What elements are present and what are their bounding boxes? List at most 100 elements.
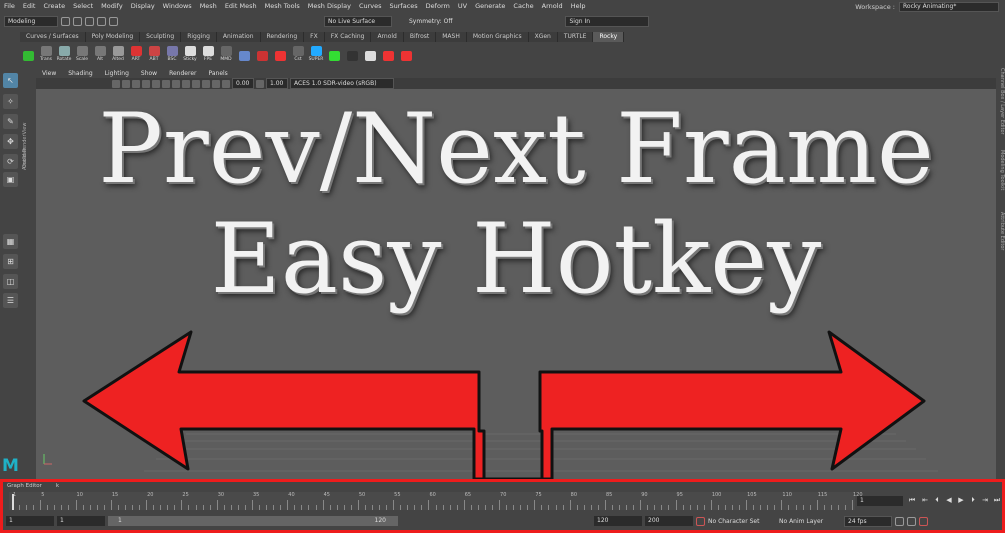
wireframe-icon[interactable] xyxy=(122,79,130,88)
current-time-indicator[interactable] xyxy=(12,494,14,510)
shelf-button-cst[interactable]: Cst xyxy=(290,44,306,62)
outliner-icon[interactable]: ☰ xyxy=(3,293,18,308)
character-set-select[interactable]: No Character Set xyxy=(708,518,770,525)
shelf-tab-rocky[interactable]: Rocky xyxy=(593,32,625,42)
shelf-button-sticky[interactable]: Sticky xyxy=(182,44,198,62)
shelf-button-alted[interactable]: Alted xyxy=(110,44,126,62)
new-scene-icon[interactable] xyxy=(61,16,70,26)
layout-single-icon[interactable]: ▦ xyxy=(3,234,18,249)
timeline-tab-0[interactable]: Graph Editor xyxy=(7,483,42,491)
menu-surfaces[interactable]: Surfaces xyxy=(386,0,422,12)
shelf-tab-poly-modeling[interactable]: Poly Modeling xyxy=(85,32,141,42)
shelf-tab-bifrost[interactable]: Bifrost xyxy=(403,32,437,42)
go-to-start-icon[interactable]: ⏮ xyxy=(908,496,916,505)
panel-menu-show[interactable]: Show xyxy=(135,70,163,77)
shelf-button-scale[interactable]: Scale xyxy=(74,44,90,62)
shelf-button-rotate[interactable]: Rotate xyxy=(56,44,72,62)
menu-file[interactable]: File xyxy=(0,0,19,12)
shelf-tab-turtle[interactable]: TURTLE xyxy=(557,32,594,42)
menu-uv[interactable]: UV xyxy=(454,0,471,12)
menu-edit-mesh[interactable]: Edit Mesh xyxy=(221,0,261,12)
shelf-tab-fx-caching[interactable]: FX Caching xyxy=(324,32,372,42)
step-back-key-icon[interactable]: ⇤ xyxy=(921,496,929,505)
shelf-tab-fx[interactable]: FX xyxy=(304,32,325,42)
menu-display[interactable]: Display xyxy=(127,0,159,12)
menu-modify[interactable]: Modify xyxy=(97,0,127,12)
redo-icon[interactable] xyxy=(109,16,118,26)
select-arrow-icon[interactable]: ↖ xyxy=(3,73,18,88)
panel-menu-panels[interactable]: Panels xyxy=(202,70,233,77)
menu-create[interactable]: Create xyxy=(39,0,69,12)
shelf-button-abt[interactable]: ABT xyxy=(146,44,162,62)
gamma-icon[interactable] xyxy=(256,79,264,88)
menu-edit[interactable]: Edit xyxy=(19,0,40,12)
shelf-button-fpe[interactable]: FPE xyxy=(200,44,216,62)
gamma-field[interactable]: 1.00 xyxy=(266,78,288,89)
colorspace-select[interactable]: ACES 1.0 SDR-video (sRGB) xyxy=(290,78,394,89)
sign-in-button[interactable]: Sign In xyxy=(565,15,650,27)
modeling-toolkit-label[interactable]: Modeling Toolkit xyxy=(995,150,1005,210)
shelf-button-alt[interactable]: Alt xyxy=(92,44,108,62)
panel-menu-lighting[interactable]: Lighting xyxy=(99,70,135,77)
auto-key-icon[interactable] xyxy=(696,516,705,526)
shelf-button-mmd[interactable]: MMD xyxy=(218,44,234,62)
shadows-icon[interactable] xyxy=(162,79,170,88)
menu-mesh-tools[interactable]: Mesh Tools xyxy=(261,0,304,12)
shelf-button-super[interactable]: SUPER xyxy=(308,44,324,62)
menu-generate[interactable]: Generate xyxy=(471,0,509,12)
layout-quad-icon[interactable]: ⊞ xyxy=(3,254,18,269)
move-icon[interactable]: ✥ xyxy=(3,134,18,149)
panel-menu-renderer[interactable]: Renderer xyxy=(163,70,202,77)
shelf-tab-arnold[interactable]: Arnold xyxy=(371,32,404,42)
menu-windows[interactable]: Windows xyxy=(159,0,196,12)
shelf-tab-curves-surfaces[interactable]: Curves / Surfaces xyxy=(20,32,86,42)
shelf-tab-rigging[interactable]: Rigging xyxy=(181,32,217,42)
next-frame-icon[interactable]: ⏵ xyxy=(969,496,977,505)
attribute-editor-label[interactable]: Attribute Editor xyxy=(995,212,1005,272)
shelf-button-icon-21[interactable] xyxy=(398,44,414,62)
timeline-tab-1[interactable]: k xyxy=(56,483,59,491)
current-frame-field[interactable]: 1 xyxy=(857,496,903,506)
shelf-tab-sculpting[interactable]: Sculpting xyxy=(140,32,182,42)
shelf-button-icon-0[interactable] xyxy=(20,44,36,62)
paint-icon[interactable]: ✎ xyxy=(3,114,18,129)
anim-layer-select[interactable]: No Anim Layer xyxy=(779,518,841,525)
scene-end-field[interactable]: 200 xyxy=(645,516,693,526)
shelf-button-icon-13[interactable] xyxy=(254,44,270,62)
step-forward-key-icon[interactable]: ⇥ xyxy=(981,496,989,505)
play-back-icon[interactable]: ◀ xyxy=(945,496,953,505)
range-end-field[interactable]: 120 xyxy=(594,516,642,526)
menu-select[interactable]: Select xyxy=(69,0,97,12)
panel-menu-view[interactable]: View xyxy=(36,70,62,77)
shelf-button-bsc[interactable]: BSC xyxy=(164,44,180,62)
prefs-icon[interactable] xyxy=(919,516,928,526)
shelf-button-art[interactable]: ART xyxy=(128,44,144,62)
shelf-button-icon-17[interactable] xyxy=(326,44,342,62)
range-slider[interactable]: 1 120 xyxy=(108,516,398,526)
workspace-select[interactable]: Rocky Animating* xyxy=(899,2,999,12)
smooth-shade-icon[interactable] xyxy=(132,79,140,88)
range-start-field[interactable]: 1 xyxy=(57,516,105,526)
prev-frame-icon[interactable]: ⏴ xyxy=(933,496,941,505)
menu-deform[interactable]: Deform xyxy=(422,0,454,12)
shelf-button-icon-19[interactable] xyxy=(362,44,378,62)
shelf-tab-motion-graphics[interactable]: Motion Graphics xyxy=(466,32,529,42)
sound-icon[interactable] xyxy=(907,516,916,526)
undo-icon[interactable] xyxy=(97,16,106,26)
mode-select[interactable]: Modeling xyxy=(4,15,58,27)
shelf-button-icon-14[interactable] xyxy=(272,44,288,62)
menu-mesh[interactable]: Mesh xyxy=(196,0,221,12)
resolution-gate-icon[interactable] xyxy=(212,79,220,88)
menu-curves[interactable]: Curves xyxy=(355,0,386,12)
arnold-renderview-label[interactable]: Arnold RenderView xyxy=(22,110,33,170)
menu-mesh-display[interactable]: Mesh Display xyxy=(304,0,355,12)
go-to-end-icon[interactable]: ⏭ xyxy=(993,496,1001,505)
ao-icon[interactable] xyxy=(172,79,180,88)
grid-icon[interactable] xyxy=(202,79,210,88)
exposure-icon[interactable] xyxy=(222,79,230,88)
scale-icon[interactable]: ▣ xyxy=(3,172,18,187)
loop-icon[interactable] xyxy=(895,516,904,526)
viewport[interactable]: Prev/Next Frame Easy Hotkey xyxy=(36,89,996,479)
xray-icon[interactable] xyxy=(192,79,200,88)
shelf-tab-animation[interactable]: Animation xyxy=(216,32,261,42)
